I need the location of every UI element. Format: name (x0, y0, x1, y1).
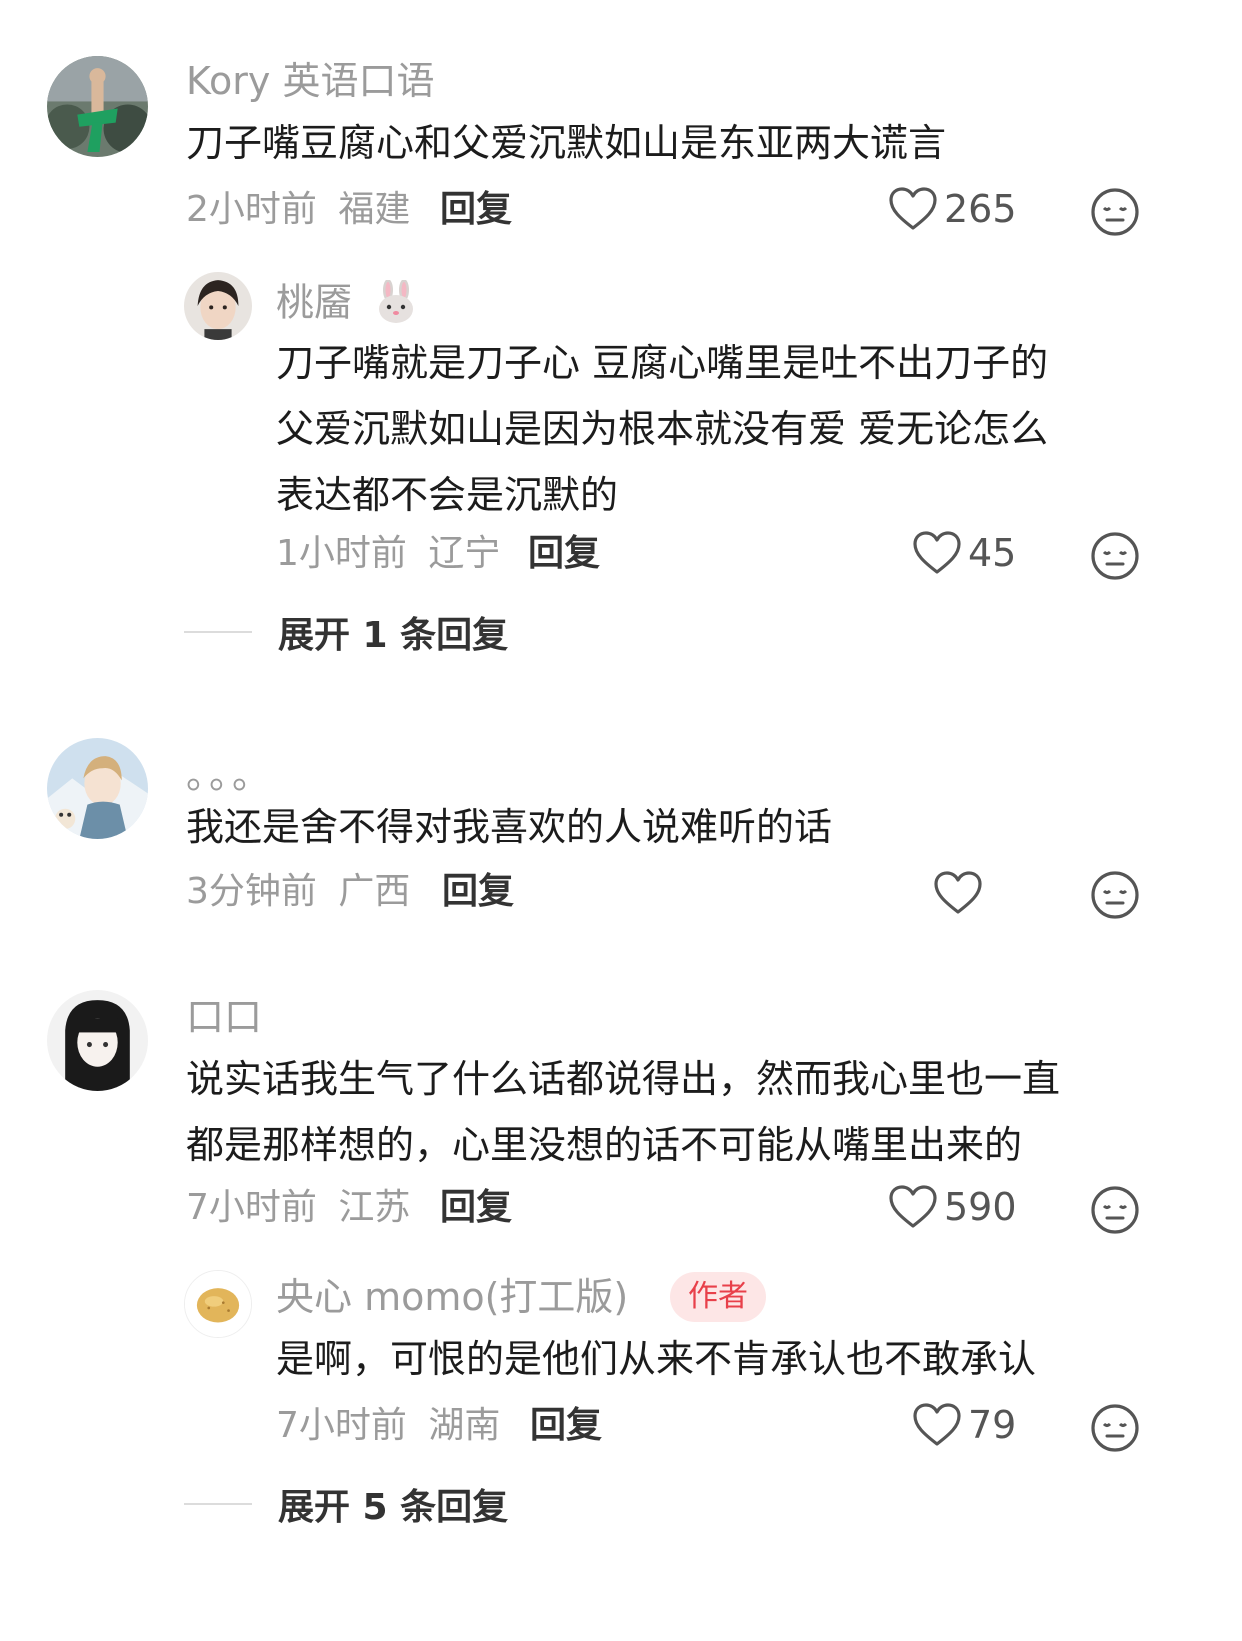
author-badge: 作者 (670, 1272, 766, 1322)
comment-line: 表达都不会是沉默的 (276, 473, 619, 517)
username[interactable]: 桃靥 (276, 279, 418, 330)
region: 江苏 (338, 1187, 411, 1228)
dislike-button[interactable] (1090, 187, 1140, 237)
meh-face-icon (1091, 1404, 1139, 1452)
username[interactable]: 口口 (186, 998, 262, 1036)
like-button[interactable]: 265 (888, 186, 1017, 232)
reply-button[interactable]: 回复 (528, 536, 600, 572)
rabbit-emoji-icon (374, 279, 418, 330)
comment-meta: 1小时前 辽宁 (276, 536, 500, 572)
comment-text: 刀子嘴豆腐心和父爱沉默如山是东亚两大谎言 (186, 110, 946, 176)
meh-face-icon (1091, 188, 1139, 236)
timestamp: 7小时前 (186, 1187, 317, 1228)
like-count: 590 (944, 1185, 1017, 1229)
like-button[interactable]: 590 (888, 1184, 1017, 1230)
dislike-button[interactable] (1090, 1185, 1140, 1235)
reply-button[interactable]: 回复 (440, 192, 512, 228)
comment-line: 都是那样想的，心里没想的话不可能从嘴里出来的 (186, 1123, 1023, 1167)
username[interactable]: 。。。 (186, 756, 274, 794)
timestamp: 1小时前 (276, 533, 407, 574)
comment-line: 父爱沉默如山是因为根本就没有爱 爱无论怎么 (276, 407, 1049, 451)
user-avatar[interactable] (47, 56, 148, 157)
region: 广西 (338, 871, 411, 912)
timestamp: 2小时前 (186, 189, 317, 230)
username-text: 桃靥 (276, 280, 353, 325)
comment-meta: 7小时前 湖南 (276, 1408, 500, 1444)
meh-face-icon (1091, 1186, 1139, 1234)
comment-text: 是啊，可恨的是他们从来不肯承认也不敢承认 (276, 1326, 1036, 1392)
comment-meta: 7小时前 江苏 (186, 1190, 410, 1226)
like-count: 265 (944, 187, 1017, 231)
like-button[interactable]: 79 (912, 1402, 1016, 1448)
comment-line: 我还是舍不得对我喜欢的人说难听的话 (186, 805, 833, 849)
region: 福建 (338, 189, 411, 230)
dislike-button[interactable] (1090, 870, 1140, 920)
reply-button[interactable]: 回复 (530, 1408, 602, 1444)
expand-replies-button[interactable]: 展开 5 条回复 (184, 1478, 508, 1530)
meh-face-icon (1091, 532, 1139, 580)
heart-outline-icon (889, 1185, 937, 1228)
user-avatar[interactable] (47, 738, 148, 839)
expand-replies-label: 展开 5 条回复 (278, 1487, 509, 1528)
heart-outline-icon (934, 871, 982, 914)
expand-replies-button[interactable]: 展开 1 条回复 (184, 606, 508, 658)
heart-outline-icon (889, 187, 937, 230)
like-count: 45 (968, 531, 1017, 575)
comment-text: 刀子嘴就是刀子心 豆腐心嘴里是吐不出刀子的 父爱沉默如山是因为根本就没有爱 爱无… (276, 330, 1048, 528)
heart-outline-icon (913, 531, 961, 574)
meh-face-icon (1091, 871, 1139, 919)
username[interactable]: 央心 momo(打工版) (276, 1278, 628, 1316)
reply-button[interactable]: 回复 (442, 874, 514, 910)
comment-meta: 2小时前 福建 (186, 192, 410, 228)
expand-replies-label: 展开 1 条回复 (278, 615, 509, 656)
comment-text: 我还是舍不得对我喜欢的人说难听的话 (186, 794, 832, 860)
like-count: 79 (968, 1403, 1017, 1447)
divider-line (184, 1503, 252, 1505)
comment-line: 刀子嘴豆腐心和父爱沉默如山是东亚两大谎言 (186, 121, 947, 165)
user-avatar[interactable] (184, 272, 252, 340)
dislike-button[interactable] (1090, 531, 1140, 581)
comment-text: 说实话我生气了什么话都说得出，然而我心里也一直 都是那样想的，心里没想的话不可能… (186, 1046, 1060, 1178)
like-button[interactable]: 45 (912, 530, 1016, 576)
comment-meta: 3分钟前 广西 (186, 874, 410, 910)
user-avatar[interactable] (47, 990, 148, 1091)
comment-line: 说实话我生气了什么话都说得出，然而我心里也一直 (186, 1057, 1061, 1101)
timestamp: 3分钟前 (186, 871, 317, 912)
comment-line: 是啊，可恨的是他们从来不肯承认也不敢承认 (276, 1337, 1037, 1381)
reply-button[interactable]: 回复 (440, 1190, 512, 1226)
divider-line (184, 631, 252, 633)
dislike-button[interactable] (1090, 1403, 1140, 1453)
heart-outline-icon (913, 1403, 961, 1446)
like-button[interactable] (933, 870, 989, 916)
region: 辽宁 (428, 533, 501, 574)
user-avatar[interactable] (184, 1270, 252, 1338)
region: 湖南 (428, 1405, 501, 1446)
comment-line: 刀子嘴就是刀子心 豆腐心嘴里是吐不出刀子的 (276, 341, 1049, 385)
timestamp: 7小时前 (276, 1405, 407, 1446)
username[interactable]: Kory 英语口语 (186, 62, 434, 100)
